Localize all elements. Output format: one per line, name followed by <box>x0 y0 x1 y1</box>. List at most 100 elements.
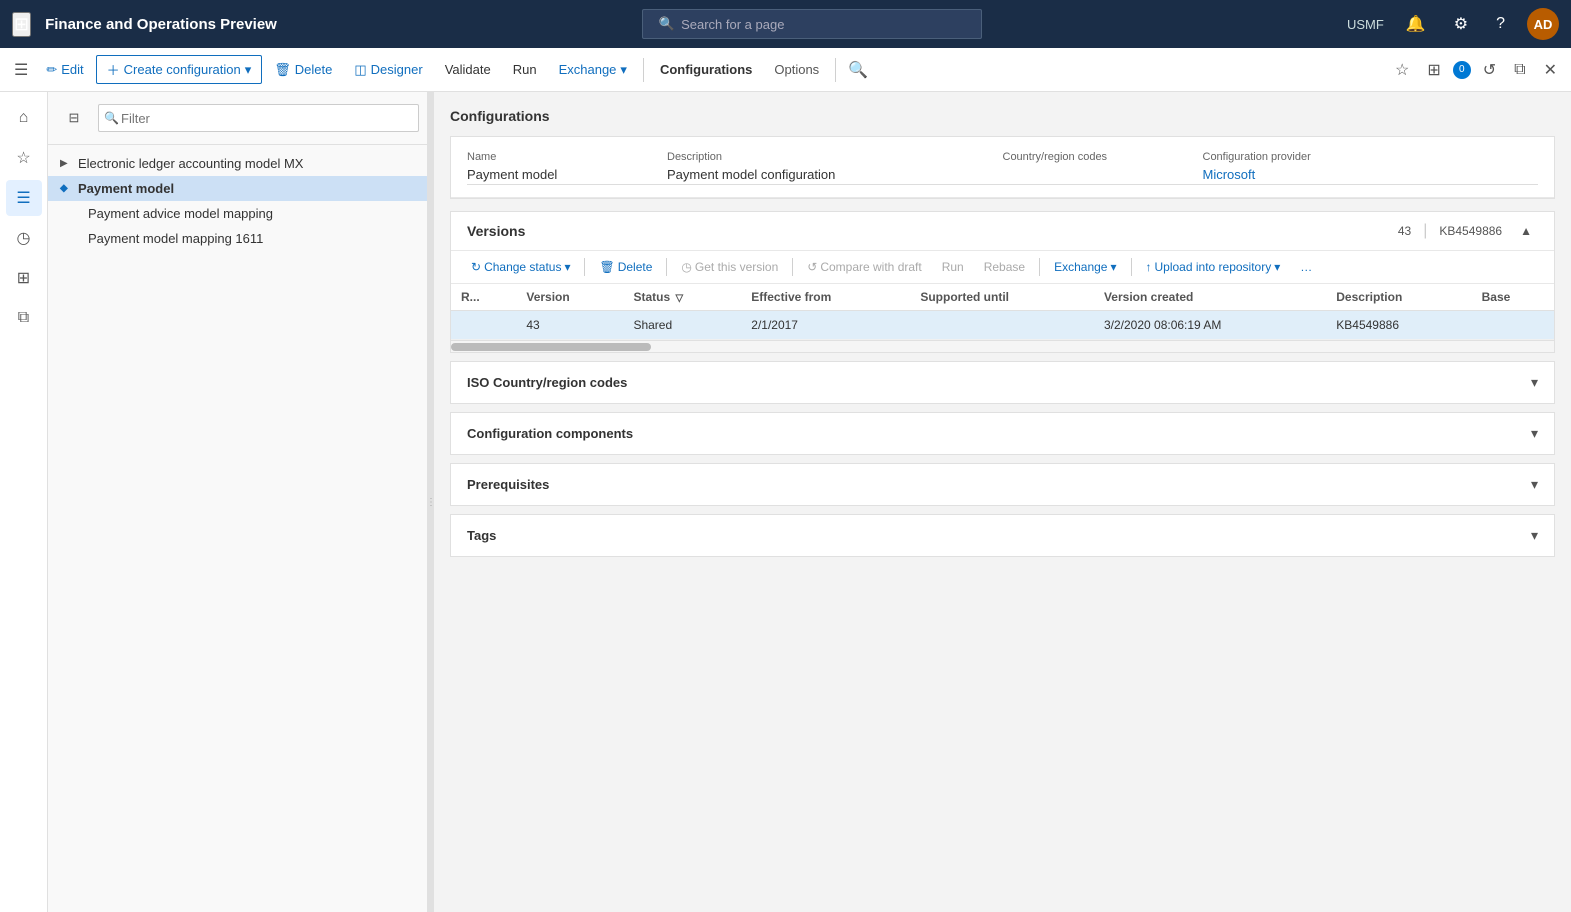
col-effective-from: Effective from <box>741 284 910 311</box>
delete-icon: 🗑 <box>274 62 291 78</box>
add-icon: ＋ <box>107 60 120 79</box>
get-this-version-button[interactable]: ◷ Get this version <box>673 257 786 277</box>
iso-country-title: ISO Country/region codes <box>467 375 1531 390</box>
search-placeholder: Search for a page <box>681 17 784 32</box>
col-version-created: Version created <box>1094 284 1326 311</box>
validate-label: Validate <box>445 62 491 77</box>
list-nav-icon[interactable]: ☰ <box>6 180 42 216</box>
change-status-label: Change status <box>484 260 561 274</box>
compare-draft-button[interactable]: ↺ Compare with draft <box>799 257 929 277</box>
delete-button[interactable]: 🗑 Delete <box>264 58 342 82</box>
scroll-thumb[interactable] <box>451 343 651 351</box>
config-components-section: Configuration components ▾ <box>450 412 1555 455</box>
change-status-icon: ↻ <box>471 260 481 274</box>
tree-item-label: Payment advice model mapping <box>88 206 273 221</box>
cell-base <box>1472 311 1554 340</box>
rebase-button[interactable]: Rebase <box>976 257 1033 277</box>
toolbar-right-actions: ☆ ⊞ 0 ↺ ⧉ ✕ <box>1389 56 1563 84</box>
cell-status: Shared <box>623 311 741 340</box>
tree-list: ▶ Electronic ledger accounting model MX … <box>48 145 427 912</box>
versions-delete-label: Delete <box>618 260 653 274</box>
iso-collapse-icon: ▾ <box>1531 374 1538 391</box>
versions-table-header-row: R... Version Status ▽ Effective from Sup… <box>451 284 1554 311</box>
grid-nav-icon[interactable]: ⊞ <box>6 260 42 296</box>
options-tab[interactable]: Options <box>764 58 829 81</box>
tags-section: Tags ▾ <box>450 514 1555 557</box>
cell-version-created: 3/2/2020 08:06:19 AM <box>1094 311 1326 340</box>
edit-button[interactable]: ✏ Edit <box>36 58 93 82</box>
versions-exchange-label: Exchange <box>1054 260 1107 274</box>
toolbar-separator-1 <box>643 58 644 82</box>
vtb-sep-5 <box>1131 258 1132 276</box>
settings-gear-icon[interactable]: ⚙ <box>1448 10 1474 38</box>
provider-value[interactable]: Microsoft <box>1203 165 1539 185</box>
exchange-dropdown-icon: ▾ <box>620 62 627 78</box>
compare-icon: ↺ <box>807 260 817 274</box>
home-icon[interactable]: ⌂ <box>6 100 42 136</box>
versions-run-label: Run <box>942 260 964 274</box>
iso-country-header[interactable]: ISO Country/region codes ▾ <box>451 362 1554 403</box>
tree-item-electronic-ledger[interactable]: ▶ Electronic ledger accounting model MX <box>48 151 427 176</box>
designer-icon: ◫ <box>354 62 366 78</box>
validate-button[interactable]: Validate <box>435 58 501 81</box>
tree-filter-icon[interactable]: ⊟ <box>56 100 92 136</box>
config-components-title: Configuration components <box>467 426 1531 441</box>
country-value <box>1003 165 1203 185</box>
prerequisites-header[interactable]: Prerequisites ▾ <box>451 464 1554 505</box>
help-question-icon[interactable]: ? <box>1490 11 1511 37</box>
filter-icon[interactable]: 🔍 <box>842 56 874 84</box>
prerequisites-section: Prerequisites ▾ <box>450 463 1555 506</box>
edit-label: Edit <box>61 62 83 77</box>
get-this-icon: ◷ <box>681 260 691 274</box>
versions-toolbar: ↻ Change status ▾ 🗑 Delete ◷ Get this ve… <box>451 251 1554 284</box>
section-title: Configurations <box>450 108 1555 124</box>
configurations-tab[interactable]: Configurations <box>650 58 762 81</box>
designer-button[interactable]: ◫ Designer <box>344 58 432 82</box>
app-title: Finance and Operations Preview <box>45 16 277 33</box>
avatar[interactable]: AD <box>1527 8 1559 40</box>
col-r: R... <box>451 284 516 311</box>
star-icon[interactable]: ☆ <box>1389 56 1415 84</box>
versions-table-body: 43 Shared 2/1/2017 3/2/2020 08:06:19 AM … <box>451 311 1554 340</box>
change-status-button[interactable]: ↻ Change status ▾ <box>463 257 578 277</box>
filter-search-icon: 🔍 <box>104 111 119 125</box>
versions-collapse-icon[interactable]: ▲ <box>1514 220 1538 242</box>
clock-nav-icon[interactable]: ◷ <box>6 220 42 256</box>
sidebar-toggle-icon[interactable]: ☰ <box>8 56 34 84</box>
create-configuration-button[interactable]: ＋ Create configuration ▾ <box>96 55 263 84</box>
tree-item-payment-advice[interactable]: Payment advice model mapping <box>48 201 427 226</box>
config-components-header[interactable]: Configuration components ▾ <box>451 413 1554 454</box>
star-nav-icon[interactable]: ☆ <box>6 140 42 176</box>
tree-filter-input[interactable] <box>98 104 419 132</box>
versions-exchange-button[interactable]: Exchange ▾ <box>1046 257 1124 277</box>
tree-panel: ⊟ 🔍 ▶ Electronic ledger accounting model… <box>48 92 428 912</box>
status-filter-icon[interactable]: ▽ <box>675 293 683 304</box>
versions-run-button[interactable]: Run <box>934 257 972 277</box>
versions-delete-button[interactable]: 🗑 Delete <box>591 257 660 277</box>
global-search[interactable]: 🔍 Search for a page <box>642 9 982 39</box>
table-row[interactable]: 43 Shared 2/1/2017 3/2/2020 08:06:19 AM … <box>451 311 1554 340</box>
open-new-icon[interactable]: ⧉ <box>1508 57 1531 83</box>
cell-effective-from: 2/1/2017 <box>741 311 910 340</box>
cell-description: KB4549886 <box>1326 311 1471 340</box>
tags-header[interactable]: Tags ▾ <box>451 515 1554 556</box>
exchange-label: Exchange <box>559 62 617 77</box>
cell-version: 43 <box>516 311 623 340</box>
notification-bell-icon[interactable]: 🔔 <box>1400 10 1432 38</box>
run-button[interactable]: Run <box>503 58 547 81</box>
exchange-button[interactable]: Exchange ▾ <box>549 58 637 82</box>
close-icon[interactable]: ✕ <box>1538 56 1563 84</box>
rebase-label: Rebase <box>984 260 1025 274</box>
more-actions-button[interactable]: … <box>1292 257 1320 277</box>
refresh-icon[interactable]: ↺ <box>1477 56 1502 84</box>
apps-grid-icon[interactable]: ⊞ <box>12 12 31 37</box>
tree-item-payment-mapping[interactable]: Payment model mapping 1611 <box>48 226 427 251</box>
hierarchy-nav-icon[interactable]: ⧉ <box>6 300 42 336</box>
tree-item-payment-model[interactable]: ◆ Payment model <box>48 176 427 201</box>
panel-icon[interactable]: ⊞ <box>1421 56 1446 84</box>
versions-section: Versions 43 | KB4549886 ▲ ↻ Change statu… <box>450 211 1555 353</box>
upload-repository-button[interactable]: ↑ Upload into repository ▾ <box>1138 257 1289 277</box>
horizontal-scrollbar[interactable] <box>451 340 1554 352</box>
versions-header: Versions 43 | KB4549886 ▲ <box>451 212 1554 251</box>
create-dropdown-icon: ▾ <box>245 62 252 78</box>
